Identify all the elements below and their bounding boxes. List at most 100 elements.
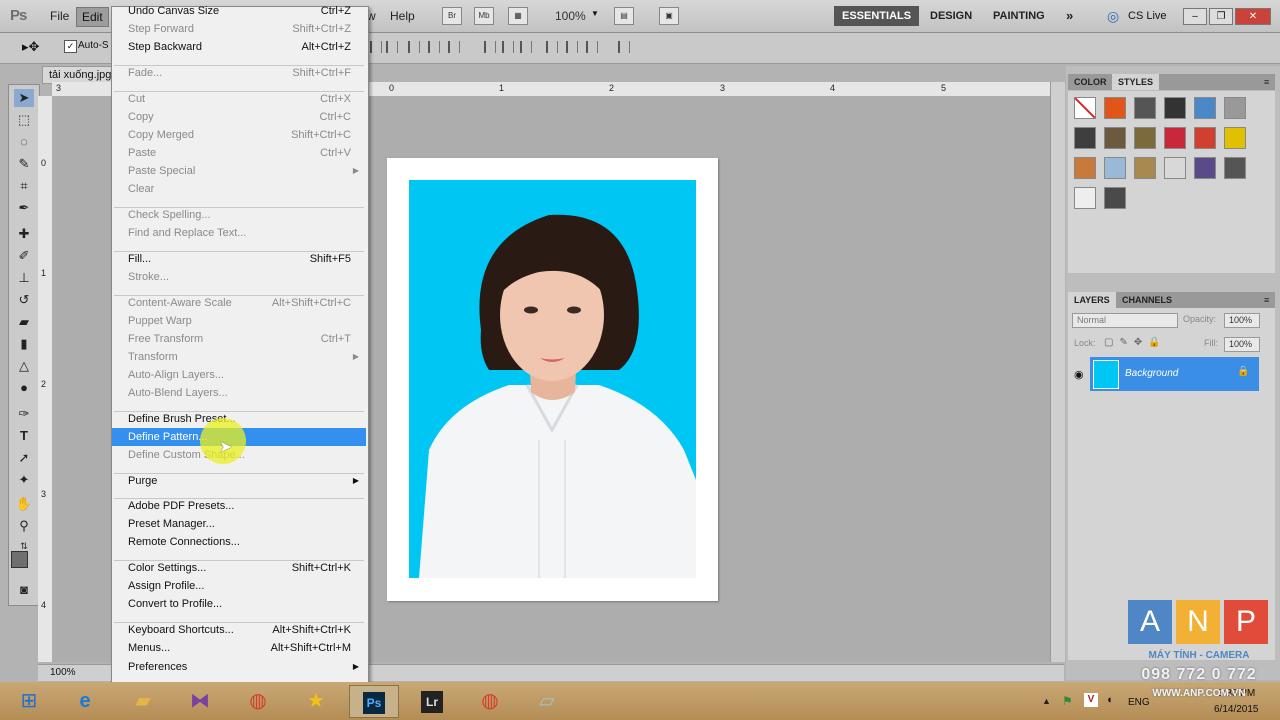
gradient-tool-icon[interactable]: ▮ <box>14 335 34 353</box>
menu-item[interactable]: Undo Canvas Size Ctrl+Z <box>112 2 366 20</box>
style-swatch[interactable] <box>1074 127 1096 149</box>
style-swatch[interactable] <box>1224 157 1246 179</box>
start-button-icon[interactable]: ⊞ <box>4 685 54 718</box>
menu-item[interactable]: Adobe PDF Presets... <box>112 497 366 515</box>
clone-stamp-tool-icon[interactable]: ⊥ <box>14 269 34 287</box>
distribute-bottom-icon[interactable] <box>520 41 532 53</box>
style-swatch[interactable] <box>1074 157 1096 179</box>
workspace-painting[interactable]: PAINTING <box>985 6 1053 26</box>
network-tray-icon[interactable]: ⚑ <box>1062 694 1073 708</box>
chrome-icon[interactable]: ◍ <box>465 685 515 718</box>
panel-menu-icon[interactable]: ≡ <box>1258 292 1275 308</box>
shape-tool-icon[interactable]: ✦ <box>14 471 34 489</box>
lock-icons[interactable]: ▢✎✥🔒 <box>1104 337 1167 348</box>
style-swatch[interactable] <box>1104 97 1126 119</box>
eyedropper-tool-icon[interactable]: ✒ <box>14 199 34 217</box>
distribute-left-icon[interactable] <box>546 41 558 53</box>
align-bottom-icon[interactable] <box>408 41 420 53</box>
quick-select-tool-icon[interactable]: ✎ <box>14 155 34 173</box>
style-swatch[interactable] <box>1074 187 1096 209</box>
style-swatch[interactable] <box>1104 187 1126 209</box>
style-swatch[interactable] <box>1104 157 1126 179</box>
style-swatch[interactable] <box>1194 127 1216 149</box>
menu-item[interactable]: Cut Ctrl+X <box>112 90 366 108</box>
tab-styles[interactable]: STYLES <box>1112 74 1160 90</box>
menu-item[interactable]: Stroke... <box>112 268 366 286</box>
panel-menu-icon[interactable]: ≡ <box>1258 74 1275 90</box>
zoom-level[interactable]: 100% <box>555 9 586 23</box>
menu-edit[interactable]: Edit <box>76 7 109 27</box>
blend-mode-select[interactable]: Normal <box>1072 313 1178 328</box>
cs-live-button[interactable]: CS Live <box>1128 10 1167 22</box>
foreground-color-swatch[interactable] <box>11 551 28 568</box>
style-swatch[interactable] <box>1164 97 1186 119</box>
menu-item[interactable]: Free Transform Ctrl+T <box>112 330 366 348</box>
marquee-tool-icon[interactable]: ⬚ <box>14 111 34 129</box>
blur-tool-icon[interactable]: △ <box>14 357 34 375</box>
cs-live-icon[interactable]: ◎ <box>1107 8 1119 25</box>
lasso-tool-icon[interactable]: ◌ <box>14 133 34 151</box>
screen-mode-icon[interactable]: ▤ <box>614 7 634 25</box>
menu-item[interactable]: Copy Ctrl+C <box>112 108 366 126</box>
menu-item[interactable]: Check Spelling... <box>112 206 366 224</box>
menu-item[interactable]: Clear <box>112 180 366 198</box>
zoom-tool-icon[interactable]: ⚲ <box>14 517 34 535</box>
favorites-icon[interactable]: ★ <box>291 685 341 718</box>
menu-item[interactable]: Fade... Shift+Ctrl+F <box>112 64 366 82</box>
visual-studio-icon[interactable]: ⧓ <box>175 685 225 718</box>
more-workspaces-icon[interactable]: » <box>1058 6 1081 26</box>
menu-item[interactable]: Copy Merged Shift+Ctrl+C <box>112 126 366 144</box>
eye-icon[interactable]: ◉ <box>1074 368 1084 381</box>
style-swatch[interactable] <box>1164 127 1186 149</box>
chrome-icon[interactable]: ◍ <box>233 685 283 718</box>
align-vcenter-icon[interactable] <box>386 41 398 53</box>
menu-item[interactable]: Content-Aware Scale Alt+Shift+Ctrl+C <box>112 294 366 312</box>
menu-item[interactable]: Purge ▶ <box>112 472 366 490</box>
chevron-down-icon[interactable]: ▼ <box>591 9 599 18</box>
align-left-icon[interactable] <box>428 41 440 53</box>
distribute-hcenter-icon[interactable] <box>566 41 578 53</box>
taskbar-lightroom[interactable]: Lr <box>407 685 457 718</box>
menu-item[interactable]: Convert to Profile... <box>112 595 366 613</box>
tray-expand-icon[interactable]: ▲ <box>1042 696 1051 706</box>
notepad-icon[interactable]: ▱ <box>522 685 572 718</box>
align-top-icon[interactable] <box>370 41 382 53</box>
move-tool-icon[interactable]: ➤ <box>14 89 34 107</box>
tab-channels[interactable]: CHANNELS <box>1116 292 1178 308</box>
brush-tool-icon[interactable]: ✐ <box>14 247 34 265</box>
history-brush-tool-icon[interactable]: ↺ <box>14 291 34 309</box>
bridge-icon[interactable]: Br <box>442 7 462 25</box>
menu-item[interactable]: Transform ▶ <box>112 348 366 366</box>
tab-color[interactable]: COLOR <box>1068 74 1113 90</box>
menu-item[interactable]: Auto-Blend Layers... <box>112 384 366 402</box>
menu-item[interactable]: Step Backward Alt+Ctrl+Z <box>112 38 366 56</box>
layer-name[interactable]: Background <box>1125 368 1178 379</box>
arrange-documents-icon[interactable]: ▣ <box>659 7 679 25</box>
style-swatch[interactable] <box>1134 97 1156 119</box>
tab-layers[interactable]: LAYERS <box>1068 292 1116 308</box>
style-swatch-none[interactable] <box>1074 97 1096 119</box>
vertical-scrollbar[interactable] <box>1050 82 1065 662</box>
menu-item[interactable]: Auto-Align Layers... <box>112 366 366 384</box>
healing-brush-tool-icon[interactable]: ✚ <box>14 225 34 243</box>
menu-item[interactable]: Preset Manager... <box>112 515 366 533</box>
opacity-input[interactable]: 100% <box>1224 313 1260 328</box>
fill-input[interactable]: 100% <box>1224 337 1260 352</box>
style-swatch[interactable] <box>1134 127 1156 149</box>
workspace-essentials[interactable]: ESSENTIALS <box>834 6 920 26</box>
move-tool-icon[interactable]: ▸✥ <box>22 39 39 55</box>
mini-bridge-icon[interactable]: Mb <box>474 7 494 25</box>
path-select-tool-icon[interactable]: ➚ <box>14 449 34 467</box>
menu-item[interactable]: Preferences ▶ <box>112 658 366 676</box>
internet-explorer-icon[interactable]: e <box>60 685 110 718</box>
pen-tool-icon[interactable]: ✑ <box>14 405 34 423</box>
style-swatch[interactable] <box>1224 127 1246 149</box>
zoom-status[interactable]: 100% <box>50 667 76 678</box>
menu-item[interactable]: Puppet Warp <box>112 312 366 330</box>
style-swatch[interactable] <box>1134 157 1156 179</box>
distribute-vcenter-icon[interactable] <box>502 41 514 53</box>
style-swatch[interactable] <box>1164 157 1186 179</box>
menu-item[interactable]: Assign Profile... <box>112 577 366 595</box>
menu-item[interactable]: Keyboard Shortcuts... Alt+Shift+Ctrl+K <box>112 621 366 639</box>
menu-item[interactable]: Color Settings... Shift+Ctrl+K <box>112 559 366 577</box>
